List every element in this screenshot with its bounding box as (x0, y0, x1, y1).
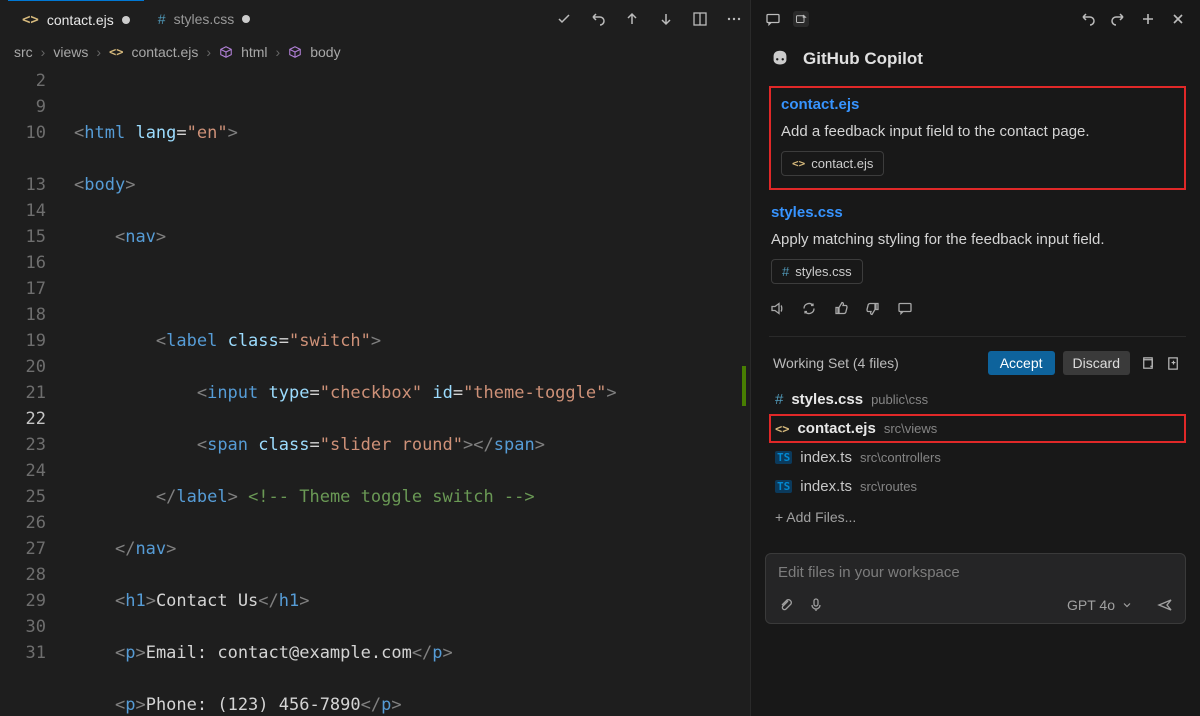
copilot-logo-icon (769, 48, 791, 70)
suggestion-block-2: styles.css Apply matching styling for th… (769, 200, 1186, 288)
thumbs-down-icon[interactable] (865, 300, 881, 316)
working-set-file[interactable]: TS index.ts src\controllers (769, 443, 1186, 472)
add-files-button[interactable]: + Add Files... (769, 501, 1186, 529)
breadcrumb-part[interactable]: body (310, 44, 340, 60)
send-icon[interactable] (1157, 597, 1173, 613)
suggestion-text: Apply matching styling for the feedback … (771, 229, 1184, 251)
code-content[interactable]: <html lang="en"> <body> <nav> <label cla… (60, 66, 750, 716)
copilot-header: GitHub Copilot (751, 38, 1200, 80)
breadcrumb-part[interactable]: views (53, 44, 88, 60)
unsaved-dot-icon (242, 15, 250, 23)
line-gutter: 2 9 10 13 14 15 16 17 18 19 20 21 22 23 … (0, 66, 60, 716)
undo-icon[interactable] (1080, 11, 1096, 27)
file-path: src\views (884, 421, 937, 436)
suggestion-block-1: contact.ejs Add a feedback input field t… (769, 86, 1186, 190)
response-actions (769, 298, 1186, 322)
more-icon[interactable] (726, 11, 742, 27)
working-set-file[interactable]: # styles.css public\css (769, 385, 1186, 414)
chat-input-placeholder: Edit files in your workspace (778, 564, 1173, 581)
breadcrumb-part[interactable]: src (14, 44, 33, 60)
redo-icon[interactable] (1110, 11, 1126, 27)
working-set-file[interactable]: <> contact.ejs src\views (769, 414, 1186, 443)
feedback-icon[interactable] (897, 300, 913, 316)
working-set: Working Set (4 files) Accept Discard # s… (769, 336, 1186, 529)
tab-label: styles.css (174, 11, 235, 27)
copilot-panel: GitHub Copilot contact.ejs Add a feedbac… (750, 0, 1200, 716)
split-editor-icon[interactable] (692, 11, 708, 27)
refresh-icon[interactable] (801, 300, 817, 316)
css-file-icon: # (158, 11, 166, 27)
breadcrumb-part[interactable]: contact.ejs (131, 44, 198, 60)
suggestion-text: Add a feedback input field to the contac… (781, 121, 1174, 143)
undo-icon[interactable] (590, 11, 606, 27)
chevron-right-icon: › (41, 44, 46, 60)
chat-input[interactable]: Edit files in your workspace GPT 4o (765, 553, 1186, 624)
suggestion-file-link[interactable]: contact.ejs (781, 96, 1174, 113)
breadcrumb[interactable]: src › views › <> contact.ejs › html › body (0, 38, 750, 66)
file-name: index.ts (800, 478, 852, 495)
file-chip-label: contact.ejs (811, 156, 873, 171)
diff-indicator (742, 366, 746, 406)
css-file-icon: # (782, 264, 789, 279)
close-icon[interactable] (1170, 11, 1186, 27)
app-root: <> contact.ejs # styles.css src › views › (0, 0, 1200, 716)
working-set-label: Working Set (4 files) (773, 355, 899, 371)
file-name: contact.ejs (797, 420, 875, 437)
css-file-icon: # (775, 391, 783, 408)
check-icon[interactable] (556, 11, 572, 27)
file-name: styles.css (791, 391, 863, 408)
model-label: GPT 4o (1067, 597, 1115, 613)
file-name: index.ts (800, 449, 852, 466)
new-file-icon[interactable] (1164, 354, 1182, 372)
tab-contact-ejs[interactable]: <> contact.ejs (8, 0, 144, 38)
copilot-title: GitHub Copilot (803, 49, 923, 69)
copilot-content: contact.ejs Add a feedback input field t… (751, 80, 1200, 543)
file-chip[interactable]: <> contact.ejs (781, 151, 884, 176)
suggestion-file-link[interactable]: styles.css (771, 204, 1184, 221)
comment-icon[interactable] (765, 11, 781, 27)
arrow-up-icon[interactable] (624, 11, 640, 27)
chevron-down-icon (1121, 599, 1133, 611)
ejs-file-icon: <> (775, 422, 789, 436)
working-set-header: Working Set (4 files) Accept Discard (769, 347, 1186, 385)
editor-toolbar (556, 11, 742, 27)
ts-file-icon: TS (775, 451, 792, 464)
ejs-file-icon: <> (22, 12, 39, 28)
panel-toolbar (751, 0, 1200, 38)
copy-icon[interactable] (1138, 354, 1156, 372)
attach-icon[interactable] (778, 597, 794, 613)
discard-button[interactable]: Discard (1063, 351, 1130, 375)
file-path: src\routes (860, 479, 917, 494)
speaker-icon[interactable] (769, 300, 785, 316)
ts-file-icon: TS (775, 480, 792, 493)
chevron-right-icon: › (276, 44, 281, 60)
chevron-right-icon: › (206, 44, 211, 60)
tab-bar: <> contact.ejs # styles.css (0, 0, 750, 38)
accept-button[interactable]: Accept (988, 351, 1055, 375)
file-path: public\css (871, 392, 928, 407)
new-chat-icon[interactable] (793, 11, 809, 27)
editor-pane: <> contact.ejs # styles.css src › views › (0, 0, 750, 716)
plus-icon[interactable] (1140, 11, 1156, 27)
tab-styles-css[interactable]: # styles.css (144, 0, 264, 38)
chevron-right-icon: › (96, 44, 101, 60)
thumbs-up-icon[interactable] (833, 300, 849, 316)
ejs-file-icon: <> (109, 45, 123, 59)
cube-icon (219, 45, 233, 59)
file-path: src\controllers (860, 450, 941, 465)
mic-icon[interactable] (808, 597, 824, 613)
arrow-down-icon[interactable] (658, 11, 674, 27)
tab-label: contact.ejs (47, 12, 114, 28)
ejs-file-icon: <> (792, 157, 805, 170)
file-chip[interactable]: # styles.css (771, 259, 863, 284)
file-chip-label: styles.css (795, 264, 851, 279)
breadcrumb-part[interactable]: html (241, 44, 267, 60)
working-set-file[interactable]: TS index.ts src\routes (769, 472, 1186, 501)
model-selector[interactable]: GPT 4o (1067, 597, 1133, 613)
unsaved-dot-icon (122, 16, 130, 24)
code-editor[interactable]: 2 9 10 13 14 15 16 17 18 19 20 21 22 23 … (0, 66, 750, 716)
cube-icon (288, 45, 302, 59)
